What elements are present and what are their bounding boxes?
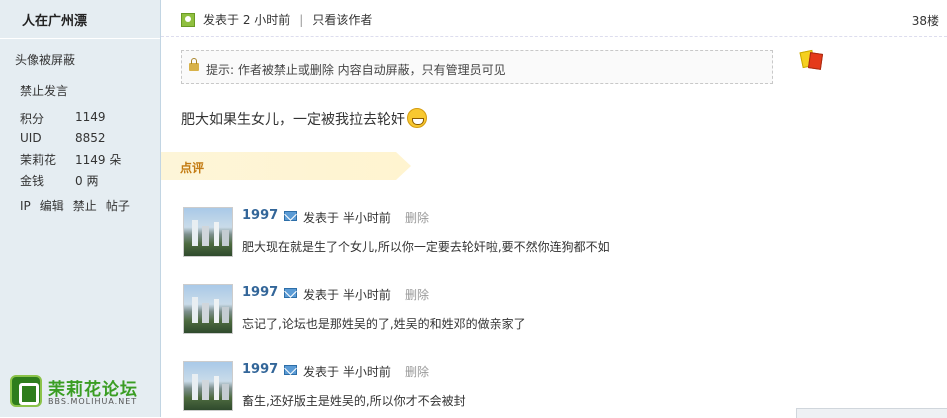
post-header: 发表于 2 小时前 | 只看该作者 (181, 11, 372, 29)
stat-value: 1149 (75, 110, 106, 124)
avatar[interactable] (183, 207, 233, 257)
avatar-blocked-text: 头像被屏蔽 (15, 53, 76, 67)
stat-uid: UID 8852 (20, 131, 106, 145)
edit-link[interactable]: 编辑 (40, 199, 64, 213)
sidebar-divider (0, 38, 160, 39)
blocked-notice: 提示: 作者被禁止或删除 内容自动屏蔽，只有管理员可见 (181, 50, 773, 84)
grin-smiley-icon (407, 108, 427, 128)
notice-text: 提示: 作者被禁止或删除 内容自动屏蔽，只有管理员可见 (206, 63, 506, 77)
header-separator: | (299, 12, 304, 27)
forum-logo[interactable]: 茉莉花论坛 BBS.MOLIHUA.NET (10, 375, 150, 411)
stat-value[interactable]: 8852 (75, 131, 106, 145)
only-author-link[interactable]: 只看该作者 (312, 13, 372, 27)
logo-subtitle: BBS.MOLIHUA.NET (48, 397, 138, 406)
comment-time: 发表于 半小时前 (303, 365, 391, 379)
delete-link[interactable]: 删除 (405, 363, 429, 380)
mail-icon[interactable] (284, 365, 297, 375)
comment-item: 1997 发表于 半小时前 删除 畜生,还好版主是姓吴的,所以你才不会被封 (183, 361, 883, 417)
warning-card-icon[interactable] (799, 49, 824, 70)
banned-status: 禁止发言 (20, 84, 69, 98)
stat-label: UID (20, 131, 42, 145)
comment-username[interactable]: 1997 (242, 285, 278, 300)
author-sidebar: 人在广州漂 头像被屏蔽 禁止发言 积分 1149 UID 8852 茉莉花 11… (0, 0, 161, 417)
stat-value: 1149 朵 (75, 153, 122, 167)
stat-value: 0 两 (75, 174, 99, 188)
lock-icon (189, 58, 199, 71)
post-text: 肥大如果生女儿，一定被我拉去轮奸 (181, 112, 405, 128)
comment-username[interactable]: 1997 (242, 362, 278, 377)
header-divider (161, 36, 947, 37)
post-time: 发表于 2 小时前 (203, 13, 291, 27)
comment-username[interactable]: 1997 (242, 208, 278, 223)
avatar[interactable] (183, 361, 233, 411)
stat-label: 积分 (20, 112, 45, 126)
mail-icon[interactable] (284, 288, 297, 298)
delete-link[interactable]: 删除 (405, 209, 429, 226)
post-content: 肥大如果生女儿，一定被我拉去轮奸 (181, 108, 427, 129)
mail-icon[interactable] (284, 211, 297, 221)
logo-mark-icon (10, 375, 42, 407)
stat-jasmine: 茉莉花 1149 朵 (20, 151, 121, 168)
comment-text: 忘记了,论坛也是那姓吴的了,姓吴的和姓邓的做亲家了 (242, 317, 526, 331)
comment-item: 1997 发表于 半小时前 删除 肥大现在就是生了个女儿,所以你一定要去轮奸啦,… (183, 207, 883, 263)
stat-label: 金钱 (20, 174, 45, 188)
comments-header: 点评 (161, 152, 411, 180)
comment-time: 发表于 半小时前 (303, 211, 391, 225)
delete-link[interactable]: 删除 (405, 286, 429, 303)
comment-text: 肥大现在就是生了个女儿,所以你一定要去轮奸啦,要不然你连狗都不如 (242, 240, 610, 254)
comments-header-label: 点评 (180, 161, 205, 175)
comment-text: 畜生,还好版主是姓吴的,所以你才不会被封 (242, 394, 466, 408)
red-card (807, 52, 824, 70)
comment-time: 发表于 半小时前 (303, 288, 391, 302)
post-main: 发表于 2 小时前 | 只看该作者 38楼 提示: 作者被禁止或删除 内容自动屏蔽，… (161, 0, 947, 418)
stat-points: 积分 1149 (20, 110, 106, 127)
posts-link[interactable]: 帖子 (106, 199, 130, 213)
ban-link[interactable]: 禁止 (73, 199, 97, 213)
avatar[interactable] (183, 284, 233, 334)
moderation-actions: IP 编辑 禁止 帖子 (20, 197, 139, 214)
floor-number[interactable]: 38楼 (912, 12, 939, 29)
stat-money: 金钱 0 两 (20, 172, 98, 189)
author-name[interactable]: 人在广州漂 (22, 10, 87, 29)
stat-label: 茉莉花 (20, 153, 57, 167)
ip-link[interactable]: IP (20, 199, 31, 213)
comment-item: 1997 发表于 半小时前 删除 忘记了,论坛也是那姓吴的了,姓吴的和姓邓的做亲… (183, 284, 883, 340)
online-status-icon (181, 12, 195, 27)
